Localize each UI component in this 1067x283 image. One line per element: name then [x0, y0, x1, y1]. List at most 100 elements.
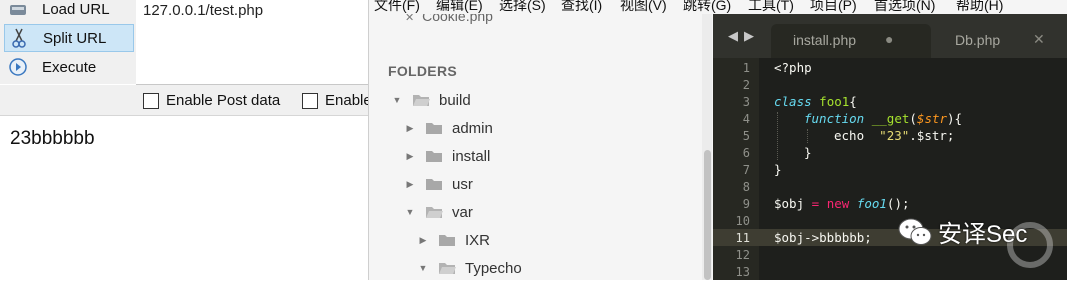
- enable-post-data-checkbox[interactable]: Enable Post data: [143, 92, 280, 109]
- tree-label: admin: [452, 119, 493, 137]
- code-line-1: <?php: [774, 60, 812, 75]
- menu-preferences[interactable]: 首选项(N): [874, 0, 935, 14]
- load-url-button[interactable]: Load URL: [4, 0, 132, 22]
- split-url-button[interactable]: Split URL: [4, 24, 134, 52]
- chevron-right-icon[interactable]: ▶: [404, 179, 416, 190]
- menu-bar: 文件(F) 编辑(E) 选择(S) 查找(I) 视图(V) 跳转(G) 工具(T…: [369, 0, 1067, 14]
- tree-label: var: [452, 203, 473, 221]
- line-number: 3: [742, 95, 750, 109]
- line-number: 2: [742, 78, 750, 92]
- code-line-4: function __get($str){: [804, 111, 962, 126]
- parameter: $str: [916, 111, 948, 126]
- watermark: 安译Sec: [898, 214, 1027, 249]
- function-name: __get: [871, 111, 910, 126]
- line-number: 4: [742, 112, 750, 126]
- brace: }: [804, 145, 812, 160]
- line-number: 6: [742, 146, 750, 160]
- checkbox-box[interactable]: [143, 92, 159, 109]
- tree-label: IXR: [465, 231, 491, 249]
- brace: {: [849, 94, 857, 109]
- split-url-label: Split URL: [43, 29, 107, 47]
- tree-folder-ixr[interactable]: ▶ IXR: [417, 228, 490, 252]
- chevron-right-icon[interactable]: ▶: [417, 235, 429, 246]
- menu-edit[interactable]: 编辑(E): [436, 0, 483, 14]
- line-numbers: 1 2 3 4 5 6 7 8 9 10 11 12 13: [713, 58, 759, 280]
- chevron-right-icon[interactable]: ▶: [404, 151, 416, 162]
- hackbar-toolbar: Load URL Split URL Execute: [0, 0, 137, 84]
- execute-button[interactable]: Execute: [4, 54, 132, 80]
- folder-open-icon: [439, 263, 456, 274]
- brace: }: [774, 162, 782, 177]
- menu-find[interactable]: 查找(I): [561, 0, 602, 14]
- line-number: 5: [742, 129, 750, 143]
- enable-post-data-label: Enable Post data: [166, 92, 281, 109]
- indent-guide: [777, 112, 778, 160]
- folders-header: FOLDERS: [388, 63, 457, 79]
- folder-icon: [426, 179, 442, 190]
- tree-label: usr: [452, 175, 473, 193]
- execute-icon: [8, 57, 28, 77]
- sidebar: 文件(F) 编辑(E) 选择(S) 查找(I) 视图(V) 跳转(G) 工具(T…: [368, 0, 1067, 280]
- tree-folder-var[interactable]: ▼ var: [404, 200, 473, 224]
- url-value: 127.0.0.1/test.php: [143, 2, 264, 19]
- menu-file[interactable]: 文件(F): [374, 0, 420, 14]
- hackbar-options: Enable Post data Enable: [0, 85, 372, 116]
- folder-icon: [439, 235, 455, 246]
- menu-goto[interactable]: 跳转(G): [683, 0, 731, 14]
- menu-help[interactable]: 帮助(H): [956, 0, 1003, 14]
- page-output: 23bbbbbb: [10, 128, 95, 149]
- chevron-down-icon[interactable]: ▼: [391, 95, 403, 105]
- menu-view[interactable]: 视图(V): [620, 0, 667, 14]
- enable-referrer-checkbox[interactable]: Enable: [302, 92, 372, 109]
- string-literal: "23": [879, 128, 910, 143]
- chevron-down-icon[interactable]: ▼: [404, 207, 416, 217]
- expression: .$str;: [909, 128, 955, 143]
- scissors-icon: [9, 28, 29, 48]
- line-number: 7: [742, 163, 750, 177]
- close-tab-icon[interactable]: ✕: [1033, 31, 1045, 48]
- expression: $obj->bbbbbb;: [774, 230, 872, 245]
- hackbar-panel: Load URL Split URL Execute 127.0.0.1/tes…: [0, 0, 372, 280]
- menu-project[interactable]: 项目(P): [810, 0, 857, 14]
- checkbox-box[interactable]: [302, 92, 318, 109]
- watermark-text: 安译Sec: [938, 221, 1028, 248]
- menu-selection[interactable]: 选择(S): [499, 0, 546, 14]
- keyword: new: [826, 196, 850, 211]
- tree-folder-usr[interactable]: ▶ usr: [404, 172, 473, 196]
- tree-folder-admin[interactable]: ▶ admin: [404, 116, 493, 140]
- chevron-right-icon[interactable]: ▶: [404, 123, 416, 134]
- tab-install-php[interactable]: install.php ●: [771, 24, 931, 58]
- tab-db-php[interactable]: Db.php ✕: [933, 24, 1067, 58]
- chevron-down-icon[interactable]: ▼: [417, 263, 429, 273]
- tree-folder-build[interactable]: ▼ build: [391, 88, 471, 112]
- sidebar-scrollbar-thumb[interactable]: [704, 150, 711, 280]
- tree-label: install: [452, 147, 491, 165]
- tab-bar: ◀ ▶ install.php ● Db.php ✕: [713, 14, 1067, 58]
- tab-prev-icon[interactable]: ◀: [728, 28, 738, 44]
- menu-tools[interactable]: 工具(T): [748, 0, 794, 14]
- line-number: 1: [742, 61, 750, 75]
- code-line-5: echo "23".$str;: [834, 128, 954, 143]
- paren: (: [909, 111, 917, 126]
- line-number: 13: [735, 265, 750, 279]
- tab-next-icon[interactable]: ▶: [744, 28, 754, 44]
- unsaved-dot-icon[interactable]: ●: [885, 31, 893, 47]
- paren: ){: [947, 111, 963, 126]
- keyword: class: [774, 94, 812, 109]
- line-number: 9: [742, 197, 750, 211]
- echo-keyword: echo: [834, 128, 865, 143]
- tree-folder-typecho[interactable]: ▼ Typecho: [417, 256, 522, 280]
- line-number: 8: [742, 180, 750, 194]
- enable-referrer-label: Enable: [325, 92, 372, 109]
- tab-label: Db.php: [955, 32, 1001, 48]
- variable: $obj: [774, 196, 805, 211]
- code-line-7: }: [774, 162, 782, 177]
- tab-label: install.php: [793, 32, 857, 48]
- tree-folder-install[interactable]: ▶ install: [404, 144, 491, 168]
- call-end: ();: [886, 196, 910, 211]
- url-input[interactable]: 127.0.0.1/test.php: [136, 0, 372, 85]
- line-number: 12: [735, 248, 750, 262]
- tree-label: Typecho: [465, 259, 522, 277]
- load-url-label: Load URL: [42, 0, 110, 18]
- execute-label: Execute: [42, 58, 97, 76]
